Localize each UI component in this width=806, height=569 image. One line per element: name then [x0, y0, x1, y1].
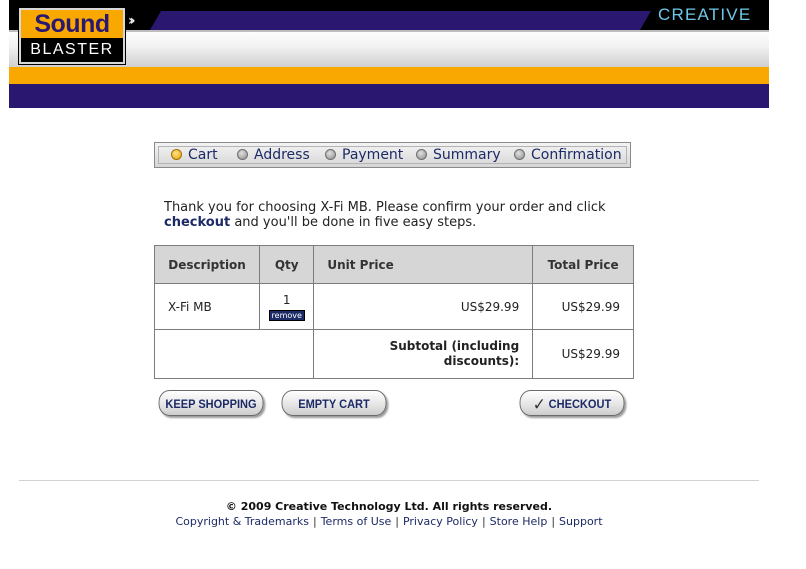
checkout-steps: Cart Address Payment Summary Confirmatio…: [154, 142, 631, 168]
subtotal-row: Subtotal (including discounts): US$29.99: [153, 329, 634, 379]
intro-text: Thank you for choosing X-Fi MB. Please c…: [164, 200, 624, 230]
checkout-button-label: CHECKOUT: [548, 397, 612, 411]
header-total-price: Total Price: [532, 245, 634, 284]
step-cart: Cart: [171, 147, 218, 163]
header-orange-stripe: [9, 67, 769, 84]
step-address: Address: [237, 147, 310, 163]
remove-button[interactable]: remove: [268, 310, 305, 321]
creative-logo[interactable]: CREATIVE: [658, 5, 751, 25]
step-label: Confirmation: [531, 147, 622, 163]
footer-links: Copyright & Trademarks | Terms of Use | Priv…: [0, 515, 778, 528]
link-separator: |: [312, 515, 317, 528]
subtotal-empty-cell: [153, 329, 315, 379]
step-payment: Payment: [325, 147, 403, 163]
radio-icon: [416, 149, 427, 160]
copyright-text: © 2009 Creative Technology Ltd. All righ…: [225, 500, 553, 513]
logo-blaster-text: BLASTER: [30, 41, 114, 58]
step-summary: Summary: [416, 147, 501, 163]
header-description: Description: [153, 245, 261, 284]
item-description: X-Fi MB: [153, 283, 261, 330]
header-qty: Qty: [259, 245, 315, 284]
footer-divider: [19, 480, 759, 481]
item-unit-price: US$29.99: [313, 283, 534, 330]
step-confirmation: Confirmation: [514, 147, 622, 163]
item-qty: 1: [282, 293, 291, 307]
radio-icon: [514, 149, 525, 160]
logo-sound-text: Sound: [21, 10, 123, 38]
item-total-price: US$29.99: [532, 283, 634, 330]
link-copyright-trademarks[interactable]: Copyright & Trademarks: [175, 515, 309, 528]
cart-header-row: Description Qty Unit Price Total Price: [153, 245, 634, 284]
link-store-help[interactable]: Store Help: [490, 515, 548, 528]
cart-table: Description Qty Unit Price Total Price X…: [153, 245, 634, 379]
subtotal-value: US$29.99: [532, 329, 634, 379]
intro-text-after: and you'll be done in five easy steps.: [234, 215, 477, 230]
table-row: X-Fi MB 1 remove US$29.99 US$29.99: [153, 283, 634, 330]
step-label: Cart: [188, 147, 218, 163]
item-qty-cell: 1 remove: [259, 283, 315, 330]
keep-shopping-button[interactable]: KEEP SHOPPING: [158, 390, 264, 416]
step-label: Payment: [342, 147, 404, 163]
radio-icon: [325, 149, 336, 160]
intro-text-before: Thank you for choosing X-Fi MB. Please c…: [164, 200, 606, 215]
link-support[interactable]: Support: [559, 515, 602, 528]
sound-blaster-logo[interactable]: Sound BLASTER: [19, 8, 125, 64]
radio-icon: [237, 149, 248, 160]
double-chevron-icon: ››: [128, 13, 135, 29]
link-separator: |: [395, 515, 399, 528]
link-privacy-policy[interactable]: Privacy Policy: [403, 515, 478, 528]
link-terms-of-use[interactable]: Terms of Use: [321, 515, 392, 528]
empty-cart-button[interactable]: EMPTY CART: [281, 390, 387, 416]
step-label: Address: [254, 147, 310, 163]
header-unit-price: Unit Price: [313, 245, 534, 284]
intro-checkout-emphasis: checkout: [164, 215, 231, 230]
checkmark-icon: ✓: [532, 395, 546, 414]
link-separator: |: [481, 515, 486, 528]
link-separator: |: [551, 515, 556, 528]
radio-active-icon: [171, 149, 182, 160]
subtotal-label: Subtotal (including discounts):: [313, 329, 534, 379]
step-label: Summary: [433, 147, 501, 163]
header-purple-stripe: [9, 84, 769, 108]
checkout-button[interactable]: ✓ CHECKOUT: [519, 390, 625, 416]
header-stripe: [150, 11, 651, 30]
